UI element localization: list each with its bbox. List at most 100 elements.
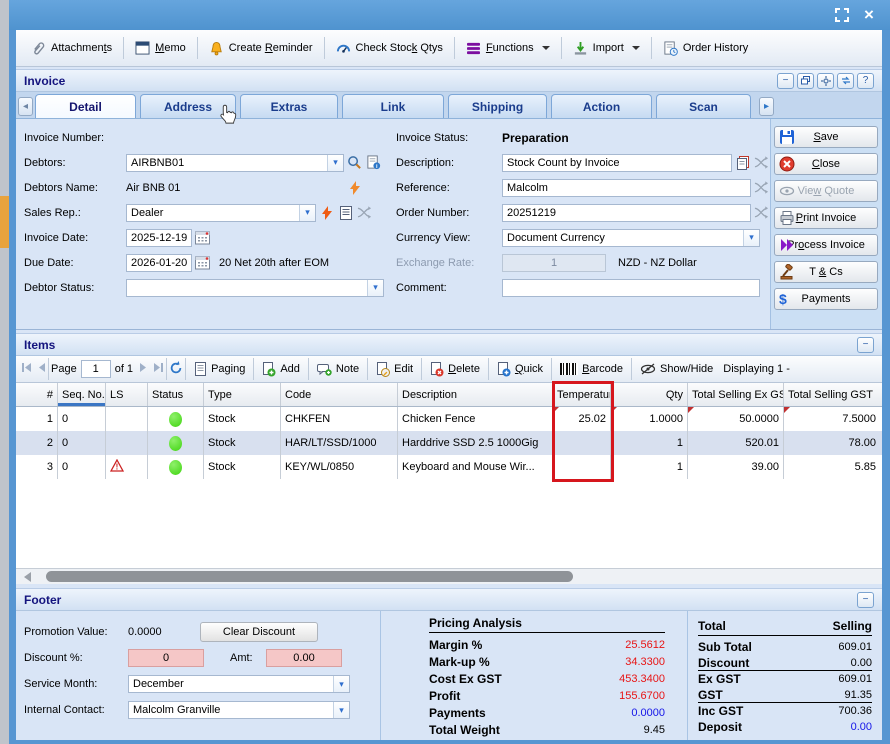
- close-icon[interactable]: ×: [860, 7, 878, 23]
- col-total-selling-gst[interactable]: Total Selling GST: [784, 383, 880, 406]
- svg-text:!: !: [116, 463, 119, 472]
- tcs-button[interactable]: T & Cs: [774, 261, 878, 283]
- invoice-date-field[interactable]: 2025-12-19: [126, 229, 192, 247]
- col-row-number[interactable]: #: [16, 383, 58, 406]
- footer-panel-title: Footer: [24, 593, 61, 607]
- panel-minimize-icon[interactable]: −: [777, 73, 794, 89]
- save-button[interactable]: Save: [774, 126, 878, 148]
- lightning-icon[interactable]: [318, 204, 335, 221]
- debtor-info-icon[interactable]: i: [365, 154, 382, 171]
- search-icon[interactable]: [346, 154, 363, 171]
- currency-view-combobox[interactable]: Document Currency▾: [502, 229, 760, 247]
- col-status[interactable]: Status: [148, 383, 204, 406]
- col-ls[interactable]: LS: [106, 383, 148, 406]
- col-type[interactable]: Type: [204, 383, 281, 406]
- tab-scan[interactable]: Scan: [656, 94, 751, 118]
- payments-button[interactable]: $ Payments: [774, 288, 878, 310]
- page-prev-icon[interactable]: [37, 362, 46, 376]
- window-titlebar: ×: [9, 0, 890, 30]
- sales-rep-combobox[interactable]: Dealer▾: [126, 204, 316, 222]
- page-first-icon[interactable]: [21, 362, 34, 376]
- chevron-down-icon: [632, 46, 640, 50]
- attachments-button[interactable]: Attachments: [22, 37, 121, 60]
- status-green-icon: [169, 412, 182, 427]
- items-minimize-icon[interactable]: −: [857, 337, 874, 353]
- col-description[interactable]: Description: [398, 383, 553, 406]
- debtors-label: Debtors:: [24, 157, 126, 169]
- clear-discount-button[interactable]: Clear Discount: [200, 622, 318, 642]
- col-qty[interactable]: Qty: [611, 383, 688, 406]
- calendar-icon[interactable]: [194, 229, 211, 246]
- due-date-field[interactable]: 2026-01-20: [126, 254, 192, 272]
- discount-pct-field[interactable]: 0: [128, 649, 204, 667]
- description-field[interactable]: Stock Count by Invoice: [502, 154, 732, 172]
- col-seq-no[interactable]: Seq. No.: [58, 383, 106, 406]
- close-button[interactable]: Close: [774, 153, 878, 175]
- col-total-selling-ex-gst[interactable]: Total Selling Ex GST: [688, 383, 784, 406]
- barcode-button[interactable]: Barcode: [554, 360, 629, 378]
- functions-button[interactable]: Functions: [457, 38, 559, 59]
- panel-help-icon[interactable]: ?: [857, 73, 874, 89]
- tab-extras[interactable]: Extras: [240, 94, 338, 118]
- shuffle-icon[interactable]: [753, 204, 770, 221]
- tab-address[interactable]: Address: [140, 94, 236, 118]
- paging-button[interactable]: Paging: [188, 359, 251, 379]
- tab-shipping[interactable]: Shipping: [448, 94, 547, 118]
- debtors-name-value: Air BNB 01: [126, 182, 344, 194]
- panel-settings-gear-icon[interactable]: [817, 73, 834, 89]
- tab-link[interactable]: Link: [342, 94, 444, 118]
- tab-detail[interactable]: Detail: [35, 94, 136, 118]
- maximize-icon[interactable]: [834, 7, 852, 23]
- page-last-icon[interactable]: [151, 362, 164, 376]
- reference-field[interactable]: Malcolm: [502, 179, 751, 197]
- create-reminder-button[interactable]: Create Reminder: [200, 37, 322, 60]
- note-button[interactable]: Note: [311, 360, 365, 379]
- edit-button[interactable]: Edit: [370, 359, 419, 380]
- view-quote-button[interactable]: View Quote: [774, 180, 878, 202]
- service-month-combobox[interactable]: December▾: [128, 675, 350, 693]
- item-row-1[interactable]: 1 0 Stock CHKFEN Chicken Fence 25.02 1.0…: [16, 407, 882, 431]
- internal-contact-combobox[interactable]: Malcolm Granville▾: [128, 701, 350, 719]
- tab-action[interactable]: Action: [551, 94, 652, 118]
- debtor-status-combobox[interactable]: ▾: [126, 279, 384, 297]
- panel-refresh-icon[interactable]: [837, 73, 854, 89]
- memo-button[interactable]: Memo: [126, 37, 195, 59]
- col-temperature[interactable]: Temperature: [553, 383, 611, 406]
- invoice-panel-title: Invoice: [24, 74, 65, 88]
- shuffle-icon[interactable]: [356, 204, 373, 221]
- discount-amt-field[interactable]: 0.00: [266, 649, 342, 667]
- refresh-icon[interactable]: [169, 361, 183, 378]
- check-stock-qtys-button[interactable]: Check Stock Qtys: [327, 37, 452, 60]
- page-number-input[interactable]: 1: [81, 360, 111, 378]
- payment-terms-note: 20 Net 20th after EOM: [219, 257, 329, 269]
- order-history-button[interactable]: Order History: [654, 37, 757, 60]
- horizontal-scrollbar[interactable]: [16, 569, 882, 584]
- order-number-field[interactable]: 20251219: [502, 204, 751, 222]
- process-invoice-button[interactable]: Process Invoice: [774, 234, 878, 256]
- calendar-icon[interactable]: [194, 254, 211, 271]
- item-row-3[interactable]: 3 0 ! Stock KEY/WL/0850 Keyboard and Mou…: [16, 455, 882, 479]
- show-hide-button[interactable]: Show/Hide: [634, 359, 719, 379]
- shuffle-icon[interactable]: [753, 179, 770, 196]
- footer-minimize-icon[interactable]: −: [857, 592, 874, 608]
- quick-button[interactable]: Quick: [491, 359, 549, 380]
- notes-doc-icon[interactable]: [337, 204, 354, 221]
- printer-icon: [779, 210, 795, 229]
- delete-button[interactable]: Delete: [424, 359, 486, 380]
- debtors-combobox[interactable]: AIRBNB01▾: [126, 154, 344, 172]
- print-invoice-button[interactable]: Print Invoice: [774, 207, 878, 229]
- shuffle-icon[interactable]: [753, 154, 770, 171]
- item-row-2[interactable]: 2 0 Stock HAR/LT/SSD/1000 Harddrive SSD …: [16, 431, 882, 455]
- col-code[interactable]: Code: [281, 383, 398, 406]
- add-button[interactable]: Add: [256, 359, 306, 380]
- scroll-left-icon[interactable]: [24, 572, 31, 582]
- panel-restore-icon[interactable]: [797, 73, 814, 89]
- scrollbar-thumb[interactable]: [46, 571, 573, 582]
- page-next-icon[interactable]: [139, 362, 148, 376]
- comment-field[interactable]: [502, 279, 760, 297]
- tab-scroll-left-icon[interactable]: ◂: [18, 97, 33, 116]
- copy-doc-icon[interactable]: [734, 154, 751, 171]
- import-button[interactable]: Import: [564, 37, 649, 60]
- tab-scroll-right-icon[interactable]: ▸: [759, 97, 774, 116]
- lightning-icon[interactable]: [346, 179, 363, 196]
